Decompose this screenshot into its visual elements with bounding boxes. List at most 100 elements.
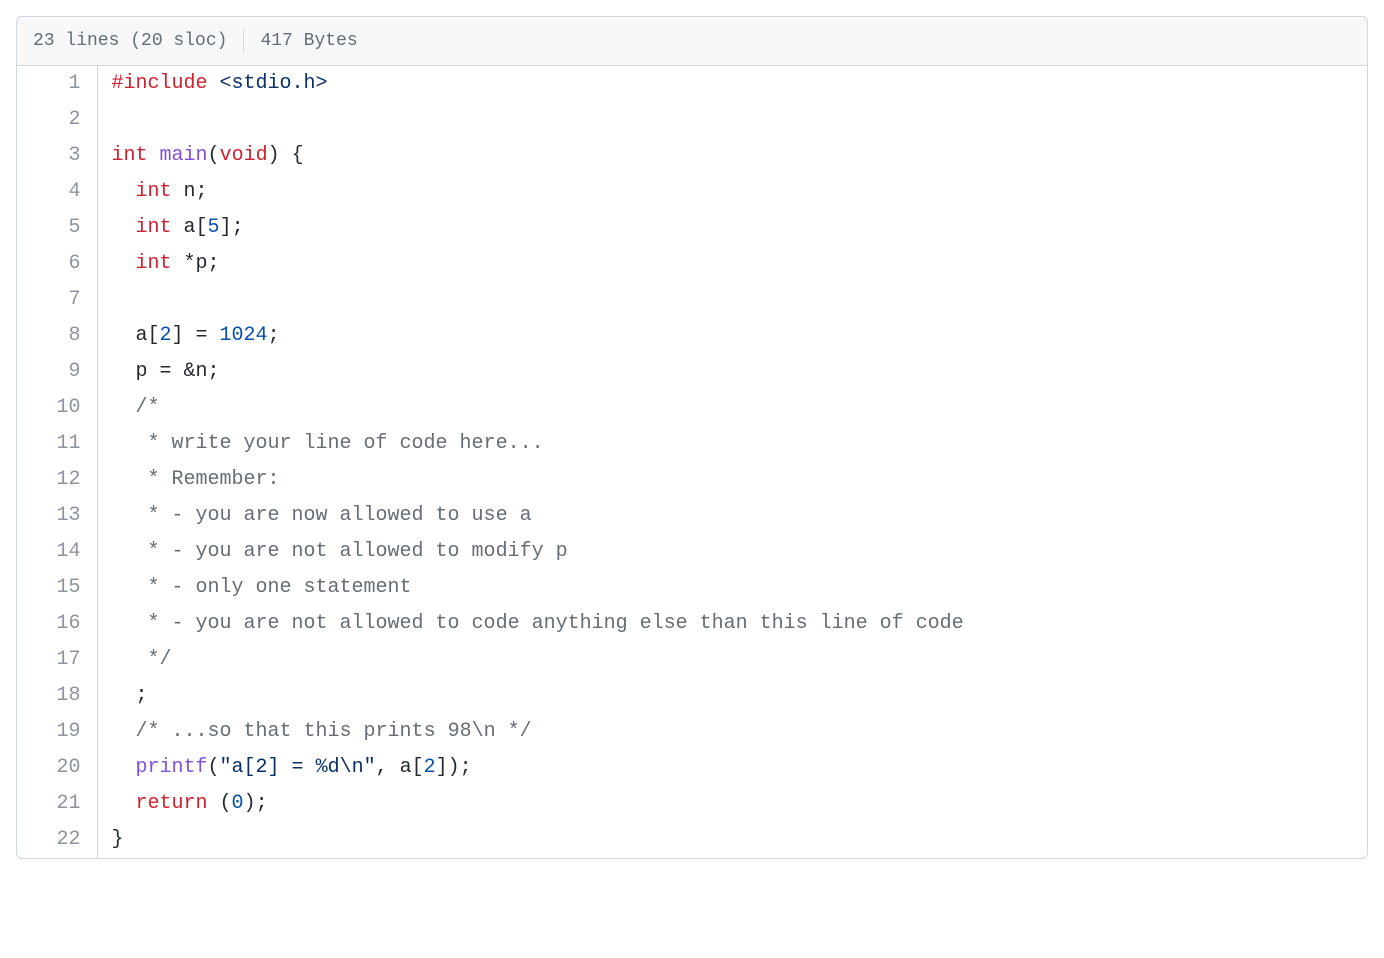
- line-number[interactable]: 13: [17, 498, 97, 534]
- code-line: 6 int *p;: [17, 246, 1367, 282]
- code-content[interactable]: */: [97, 642, 1367, 678]
- header-divider: [243, 29, 244, 53]
- line-number[interactable]: 12: [17, 462, 97, 498]
- code-token: "a[2] = %d\n": [220, 756, 376, 779]
- code-line: 10 /*: [17, 390, 1367, 426]
- code-token: [112, 396, 136, 419]
- code-token: * - you are not allowed to code anything…: [112, 612, 964, 635]
- code-line: 14 * - you are not allowed to modify p: [17, 534, 1367, 570]
- code-line: 12 * Remember:: [17, 462, 1367, 498]
- code-token: ;: [268, 324, 280, 347]
- code-token: [208, 72, 220, 95]
- code-token: [112, 180, 136, 203]
- code-token: [112, 792, 136, 815]
- line-number[interactable]: 10: [17, 390, 97, 426]
- code-token: * write your line of code here...: [112, 432, 544, 455]
- line-number[interactable]: 2: [17, 102, 97, 138]
- code-token: [112, 252, 136, 275]
- line-number[interactable]: 3: [17, 138, 97, 174]
- code-content[interactable]: * - you are not allowed to code anything…: [97, 606, 1367, 642]
- code-token: ]);: [436, 756, 472, 779]
- line-number[interactable]: 9: [17, 354, 97, 390]
- code-content[interactable]: * Remember:: [97, 462, 1367, 498]
- code-content[interactable]: /*: [97, 390, 1367, 426]
- line-number[interactable]: 11: [17, 426, 97, 462]
- code-content[interactable]: return (0);: [97, 786, 1367, 822]
- code-content[interactable]: p = &n;: [97, 354, 1367, 390]
- code-token: (: [208, 792, 232, 815]
- line-number[interactable]: 21: [17, 786, 97, 822]
- line-number[interactable]: 17: [17, 642, 97, 678]
- code-token: ];: [220, 216, 244, 239]
- line-number[interactable]: 15: [17, 570, 97, 606]
- line-number[interactable]: 14: [17, 534, 97, 570]
- code-token: 1024: [220, 324, 268, 347]
- file-size: 417 Bytes: [260, 31, 357, 51]
- code-token: <stdio.h>: [220, 72, 328, 95]
- line-number[interactable]: 1: [17, 66, 97, 102]
- line-number[interactable]: 8: [17, 318, 97, 354]
- line-number[interactable]: 6: [17, 246, 97, 282]
- code-token: (: [208, 144, 220, 167]
- line-number[interactable]: 22: [17, 822, 97, 858]
- line-number[interactable]: 19: [17, 714, 97, 750]
- code-content[interactable]: #include <stdio.h>: [97, 66, 1367, 102]
- line-number[interactable]: 16: [17, 606, 97, 642]
- code-content[interactable]: * - you are not allowed to modify p: [97, 534, 1367, 570]
- code-line: 2: [17, 102, 1367, 138]
- code-token: (: [208, 756, 220, 779]
- code-token: void: [220, 144, 268, 167]
- code-token: 2: [160, 324, 172, 347]
- file-info: 23 lines (20 sloc) 417 Bytes: [33, 29, 358, 53]
- code-token: return: [136, 792, 208, 815]
- code-token: a[: [172, 216, 208, 239]
- code-line: 5 int a[5];: [17, 210, 1367, 246]
- code-content[interactable]: * - you are now allowed to use a: [97, 498, 1367, 534]
- line-number[interactable]: 18: [17, 678, 97, 714]
- code-token: [148, 144, 160, 167]
- code-line: 16 * - you are not allowed to code anyth…: [17, 606, 1367, 642]
- code-token: 0: [232, 792, 244, 815]
- code-token: *p;: [172, 252, 220, 275]
- code-token: * - you are now allowed to use a: [112, 504, 532, 527]
- code-content[interactable]: ;: [97, 678, 1367, 714]
- code-line: 18 ;: [17, 678, 1367, 714]
- code-content[interactable]: [97, 282, 1367, 318]
- code-token: 5: [208, 216, 220, 239]
- line-number[interactable]: 20: [17, 750, 97, 786]
- code-content[interactable]: int *p;: [97, 246, 1367, 282]
- code-table: 1#include <stdio.h>2 3int main(void) {4 …: [17, 66, 1367, 858]
- code-content[interactable]: a[2] = 1024;: [97, 318, 1367, 354]
- code-content[interactable]: }: [97, 822, 1367, 858]
- code-token: /* ...so that this prints 98\n */: [136, 720, 532, 743]
- code-content[interactable]: int main(void) {: [97, 138, 1367, 174]
- code-token: ) {: [268, 144, 304, 167]
- code-line: 4 int n;: [17, 174, 1367, 210]
- code-line: 13 * - you are now allowed to use a: [17, 498, 1367, 534]
- code-line: 20 printf("a[2] = %d\n", a[2]);: [17, 750, 1367, 786]
- line-number[interactable]: 7: [17, 282, 97, 318]
- code-content[interactable]: [97, 102, 1367, 138]
- code-content[interactable]: * write your line of code here...: [97, 426, 1367, 462]
- code-token: /*: [136, 396, 160, 419]
- code-body: 1#include <stdio.h>2 3int main(void) {4 …: [17, 66, 1367, 858]
- code-content[interactable]: /* ...so that this prints 98\n */: [97, 714, 1367, 750]
- code-content[interactable]: * - only one statement: [97, 570, 1367, 606]
- code-token: int: [136, 216, 172, 239]
- code-content[interactable]: printf("a[2] = %d\n", a[2]);: [97, 750, 1367, 786]
- code-line: 19 /* ...so that this prints 98\n */: [17, 714, 1367, 750]
- code-line: 7: [17, 282, 1367, 318]
- file-box: 23 lines (20 sloc) 417 Bytes 1#include <…: [16, 16, 1368, 859]
- code-token: ] =: [172, 324, 220, 347]
- code-token: p = &n;: [112, 360, 220, 383]
- code-line: 8 a[2] = 1024;: [17, 318, 1367, 354]
- code-line: 11 * write your line of code here...: [17, 426, 1367, 462]
- code-line: 3int main(void) {: [17, 138, 1367, 174]
- code-content[interactable]: int n;: [97, 174, 1367, 210]
- code-token: */: [112, 648, 172, 671]
- code-token: * - only one statement: [112, 576, 412, 599]
- code-content[interactable]: int a[5];: [97, 210, 1367, 246]
- line-number[interactable]: 5: [17, 210, 97, 246]
- line-number[interactable]: 4: [17, 174, 97, 210]
- lines-count: 23 lines (20 sloc): [33, 31, 227, 51]
